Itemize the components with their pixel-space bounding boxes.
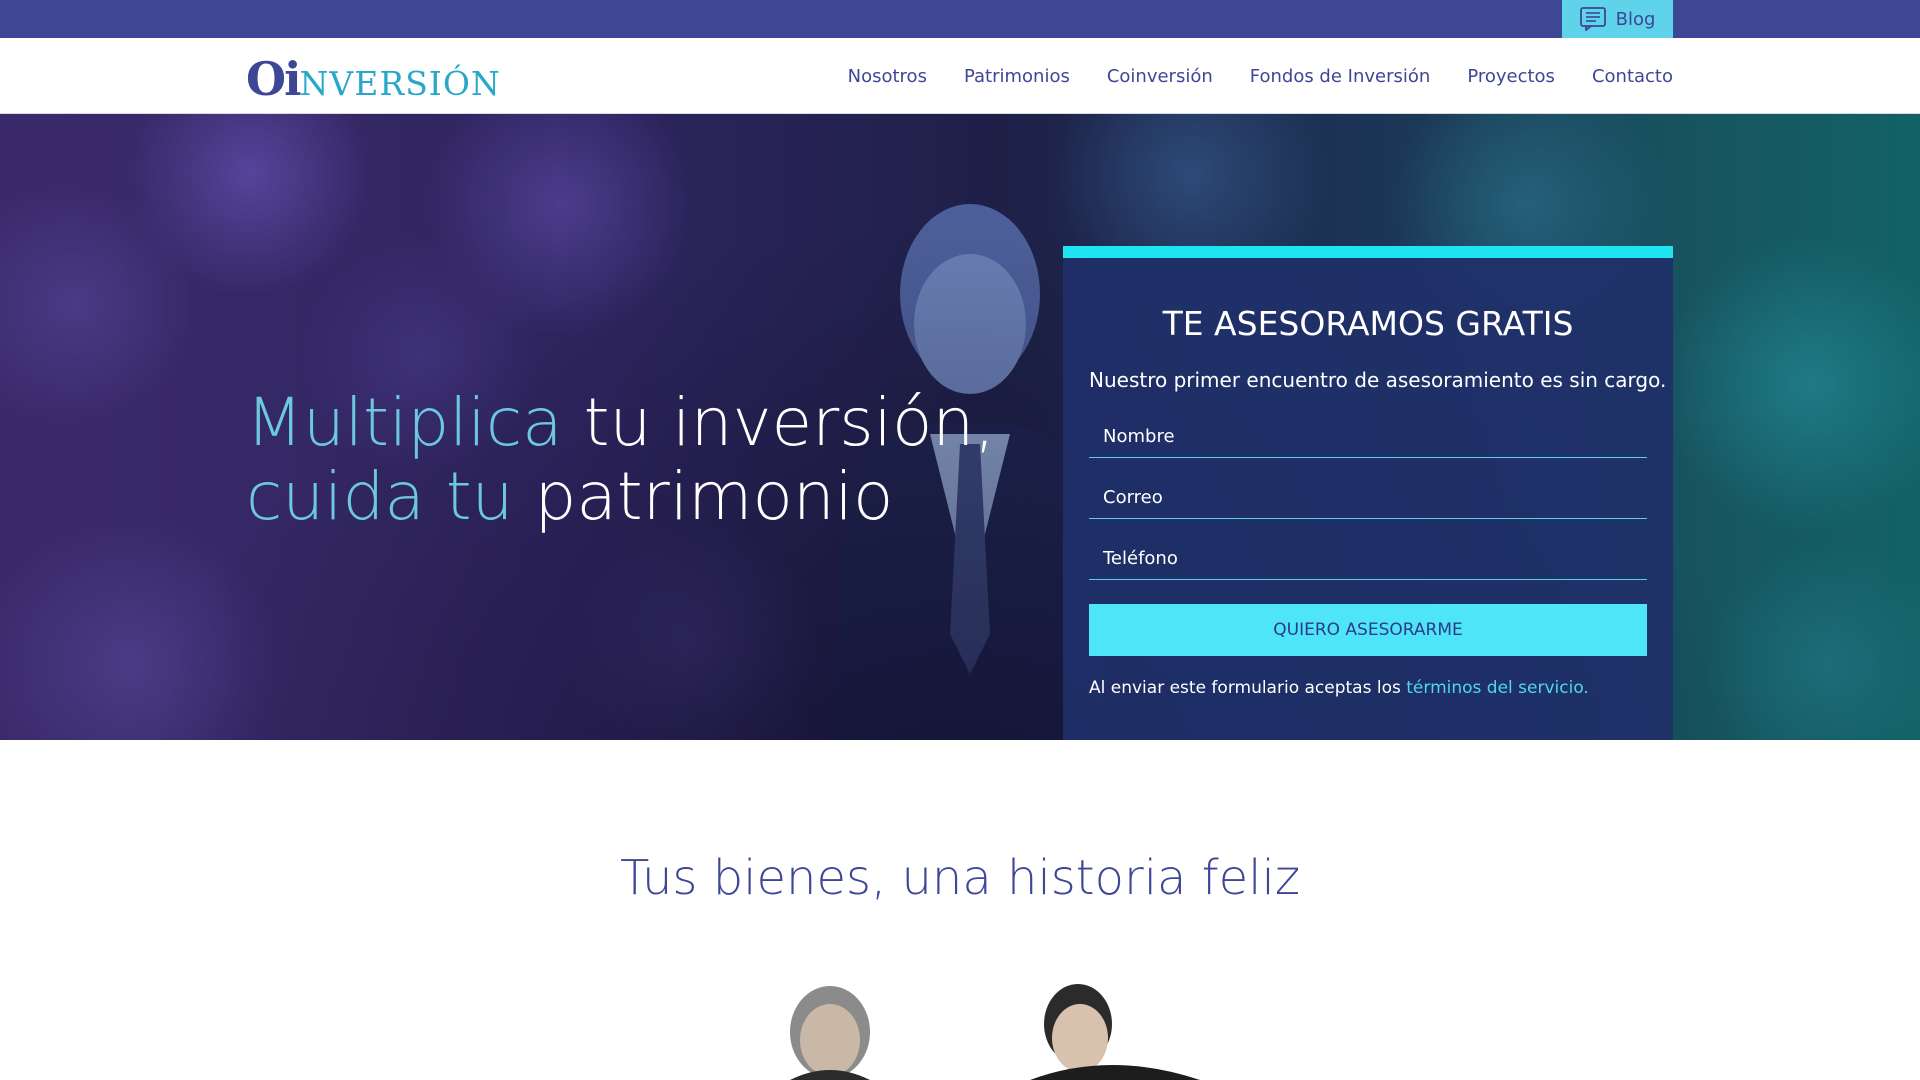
- blog-link[interactable]: Blog: [1562, 0, 1673, 38]
- top-bar: Blog: [0, 0, 1920, 38]
- terms-prefix: Al enviar este formulario aceptas los: [1089, 678, 1407, 698]
- advice-form-panel: TE ASESORAMOS GRATIS Nuestro primer encu…: [1063, 246, 1673, 740]
- portrait-man-right: [1030, 984, 1200, 1080]
- form-title: TE ASESORAMOS GRATIS: [1162, 304, 1574, 343]
- portrait-man-left: [790, 986, 870, 1080]
- main-nav: Nosotros Patrimonios Coinversión Fondos …: [848, 38, 1673, 114]
- blog-label: Blog: [1615, 8, 1656, 30]
- hero-headline-line-2: cuida tu patrimonio: [246, 460, 995, 534]
- email-placeholder: Correo: [1103, 487, 1163, 508]
- nav-nosotros[interactable]: Nosotros: [848, 66, 927, 87]
- hero-headline-line-1: Multiplica tu inversión,: [246, 386, 995, 460]
- headline-highlight-1: Multiplica: [246, 384, 563, 461]
- nav-proyectos[interactable]: Proyectos: [1467, 66, 1555, 87]
- terms-notice: Al enviar este formulario aceptas los té…: [1089, 678, 1589, 698]
- logo-text: NVERSIÓN: [299, 64, 501, 103]
- form-subtitle: Nuestro primer encuentro de asesoramient…: [1089, 368, 1667, 392]
- nav-patrimonios[interactable]: Patrimonios: [964, 66, 1070, 87]
- name-field[interactable]: Nombre: [1089, 414, 1647, 458]
- site-logo[interactable]: Oi NVERSIÓN: [246, 52, 501, 106]
- section-title: Tus bienes, una historia feliz: [619, 850, 1301, 906]
- logo-oi: Oi: [246, 52, 302, 106]
- phone-placeholder: Teléfono: [1103, 548, 1178, 569]
- site-header: Oi NVERSIÓN Nosotros Patrimonios Coinver…: [0, 38, 1920, 114]
- headline-rest-1: tu inversión,: [562, 384, 996, 461]
- nav-coinversion[interactable]: Coinversión: [1107, 66, 1213, 87]
- headline-rest-2: patrimonio: [513, 458, 894, 535]
- nav-fondos-de-inversion[interactable]: Fondos de Inversión: [1250, 66, 1431, 87]
- phone-field[interactable]: Teléfono: [1089, 536, 1647, 580]
- submit-button[interactable]: QUIERO ASESORARME: [1089, 604, 1647, 656]
- hero-headline: Multiplica tu inversión, cuida tu patrim…: [246, 386, 995, 534]
- hero-banner: Multiplica tu inversión, cuida tu patrim…: [0, 114, 1920, 740]
- email-field[interactable]: Correo: [1089, 475, 1647, 519]
- document-icon: [1579, 7, 1606, 31]
- name-placeholder: Nombre: [1103, 426, 1175, 447]
- terms-link[interactable]: términos del servicio.: [1406, 678, 1589, 698]
- headline-highlight-2: cuida tu: [246, 458, 514, 535]
- form-accent-bar: [1063, 246, 1673, 258]
- nav-contacto[interactable]: Contacto: [1592, 66, 1673, 87]
